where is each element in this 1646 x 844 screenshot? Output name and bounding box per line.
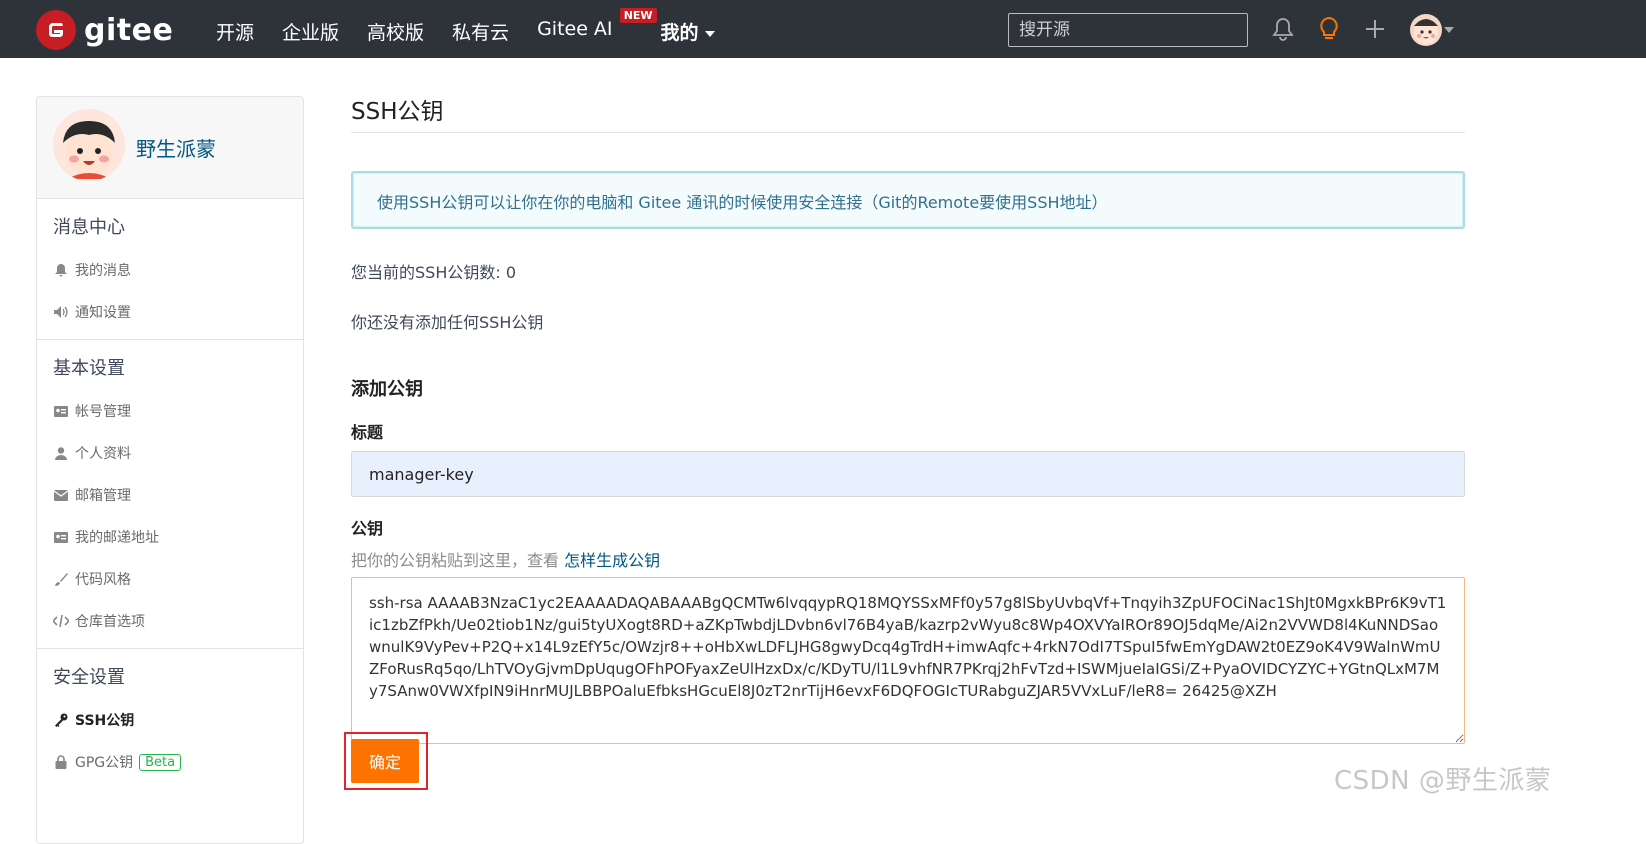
empty-state-text: 你还没有添加任何SSH公钥: [351, 313, 544, 332]
speaker-icon: [53, 304, 69, 320]
gitee-logo[interactable]: gitee: [36, 10, 173, 50]
bell-icon[interactable]: [1270, 16, 1296, 42]
bell-icon: [53, 262, 69, 278]
sidebar-item-postal-address[interactable]: 我的邮递地址: [37, 516, 303, 558]
sidebar-item-account[interactable]: 帐号管理: [37, 390, 303, 432]
avatar-chevron-down-icon[interactable]: [1444, 27, 1454, 33]
key-hint-text: 把你的公钥粘贴到这里，查看: [351, 551, 565, 570]
sidebar-item-ssh-keys[interactable]: SSH公钥: [37, 699, 303, 741]
key-icon: [53, 712, 69, 728]
envelope-icon: [53, 487, 69, 503]
plus-icon[interactable]: [1362, 16, 1388, 42]
how-to-generate-key-link[interactable]: 怎样生成公钥: [564, 551, 660, 570]
paintbrush-icon: [53, 571, 69, 587]
nav-gitee-ai-label: Gitee AI: [537, 18, 613, 40]
lightbulb-icon[interactable]: [1316, 16, 1342, 42]
sidebar-item-notification-settings[interactable]: 通知设置: [37, 291, 303, 333]
add-key-heading: 添加公钥: [351, 379, 423, 400]
sidebar-item-email[interactable]: 邮箱管理: [37, 474, 303, 516]
gitee-g-icon: [36, 10, 76, 50]
nav-open-source[interactable]: 开源: [216, 18, 254, 45]
profile-avatar[interactable]: [53, 109, 125, 181]
csdn-watermark: CSDN @野生派蒙: [1334, 766, 1552, 796]
sidebar-item-repo-preferences[interactable]: 仓库首选项: [37, 600, 303, 642]
nav-mine-label: 我的: [660, 22, 699, 44]
section-security-settings: 安全设置 SSH公钥 GPG公钥 Beta: [37, 649, 303, 789]
beta-badge: Beta: [139, 753, 182, 771]
id-card-icon: [53, 403, 69, 419]
address-card-icon: [53, 529, 69, 545]
sidebar-item-label: 我的消息: [75, 263, 131, 279]
sidebar-item-label: SSH公钥: [75, 713, 135, 729]
sidebar-item-label: 个人资料: [75, 446, 131, 462]
section-basic-settings: 基本设置 帐号管理 个人资料 邮箱管理 我的邮递地址 代码风格 仓库首选项: [37, 340, 303, 649]
key-title-input[interactable]: [351, 451, 1465, 497]
settings-sidebar: 野生派蒙 消息中心 我的消息 通知设置 基本设置 帐号管理 个人资料 邮箱管理 …: [36, 96, 304, 844]
sidebar-item-gpg-keys[interactable]: GPG公钥 Beta: [37, 741, 303, 783]
new-badge: NEW: [619, 8, 657, 23]
sidebar-item-label: 代码风格: [75, 572, 131, 588]
sidebar-item-code-style[interactable]: 代码风格: [37, 558, 303, 600]
chevron-down-icon: [704, 30, 715, 37]
sidebar-item-label: 我的邮递地址: [75, 530, 159, 546]
main-nav: 开源 企业版 高校版 私有云 Gitee AI NEW 我的: [216, 8, 743, 45]
key-hint: 把你的公钥粘贴到这里，查看 怎样生成公钥: [351, 547, 1465, 571]
nav-private-cloud[interactable]: 私有云: [452, 18, 509, 45]
public-key-textarea[interactable]: ssh-rsa AAAAB3NzaC1yc2EAAAADAQABAAABgQCM…: [351, 577, 1465, 744]
nav-education[interactable]: 高校版: [367, 18, 424, 45]
section-title-messages: 消息中心: [53, 217, 125, 238]
section-messages: 消息中心 我的消息 通知设置: [37, 199, 303, 340]
top-navbar: gitee 开源 企业版 高校版 私有云 Gitee AI NEW 我的: [0, 0, 1646, 58]
nav-enterprise[interactable]: 企业版: [282, 18, 339, 45]
section-title-basic: 基本设置: [53, 358, 125, 379]
profile-username[interactable]: 野生派蒙: [136, 133, 216, 162]
sidebar-item-label: 邮箱管理: [75, 488, 131, 504]
profile-card: 野生派蒙: [37, 97, 303, 199]
code-icon: [53, 613, 69, 629]
info-alert: 使用SSH公钥可以让你在你的电脑和 Gitee 通讯的时候使用安全连接（Git的…: [351, 171, 1465, 229]
sidebar-item-label: 仓库首选项: [75, 614, 145, 630]
main-content: SSH公钥 使用SSH公钥可以让你在你的电脑和 Gitee 通讯的时候使用安全连…: [351, 92, 1465, 748]
sidebar-item-label: 通知设置: [75, 305, 131, 321]
sidebar-item-profile[interactable]: 个人资料: [37, 432, 303, 474]
confirm-button[interactable]: 确定: [351, 739, 419, 783]
key-label: 公钥: [351, 519, 384, 538]
brand-name: gitee: [84, 12, 174, 48]
ssh-key-count: 您当前的SSH公钥数: 0: [351, 263, 517, 282]
sidebar-item-label: GPG公钥: [75, 755, 134, 771]
nav-gitee-ai[interactable]: Gitee AI NEW: [537, 8, 657, 45]
page-title: SSH公钥: [351, 92, 1465, 133]
nav-mine-dropdown[interactable]: 我的: [661, 18, 715, 45]
user-avatar[interactable]: [1410, 14, 1442, 46]
sidebar-item-my-messages[interactable]: 我的消息: [37, 249, 303, 291]
search-input[interactable]: [1008, 13, 1248, 47]
title-label: 标题: [351, 423, 384, 442]
lock-icon: [53, 754, 69, 770]
section-title-security: 安全设置: [53, 667, 125, 688]
sidebar-item-label: 帐号管理: [75, 404, 131, 420]
user-icon: [53, 445, 69, 461]
